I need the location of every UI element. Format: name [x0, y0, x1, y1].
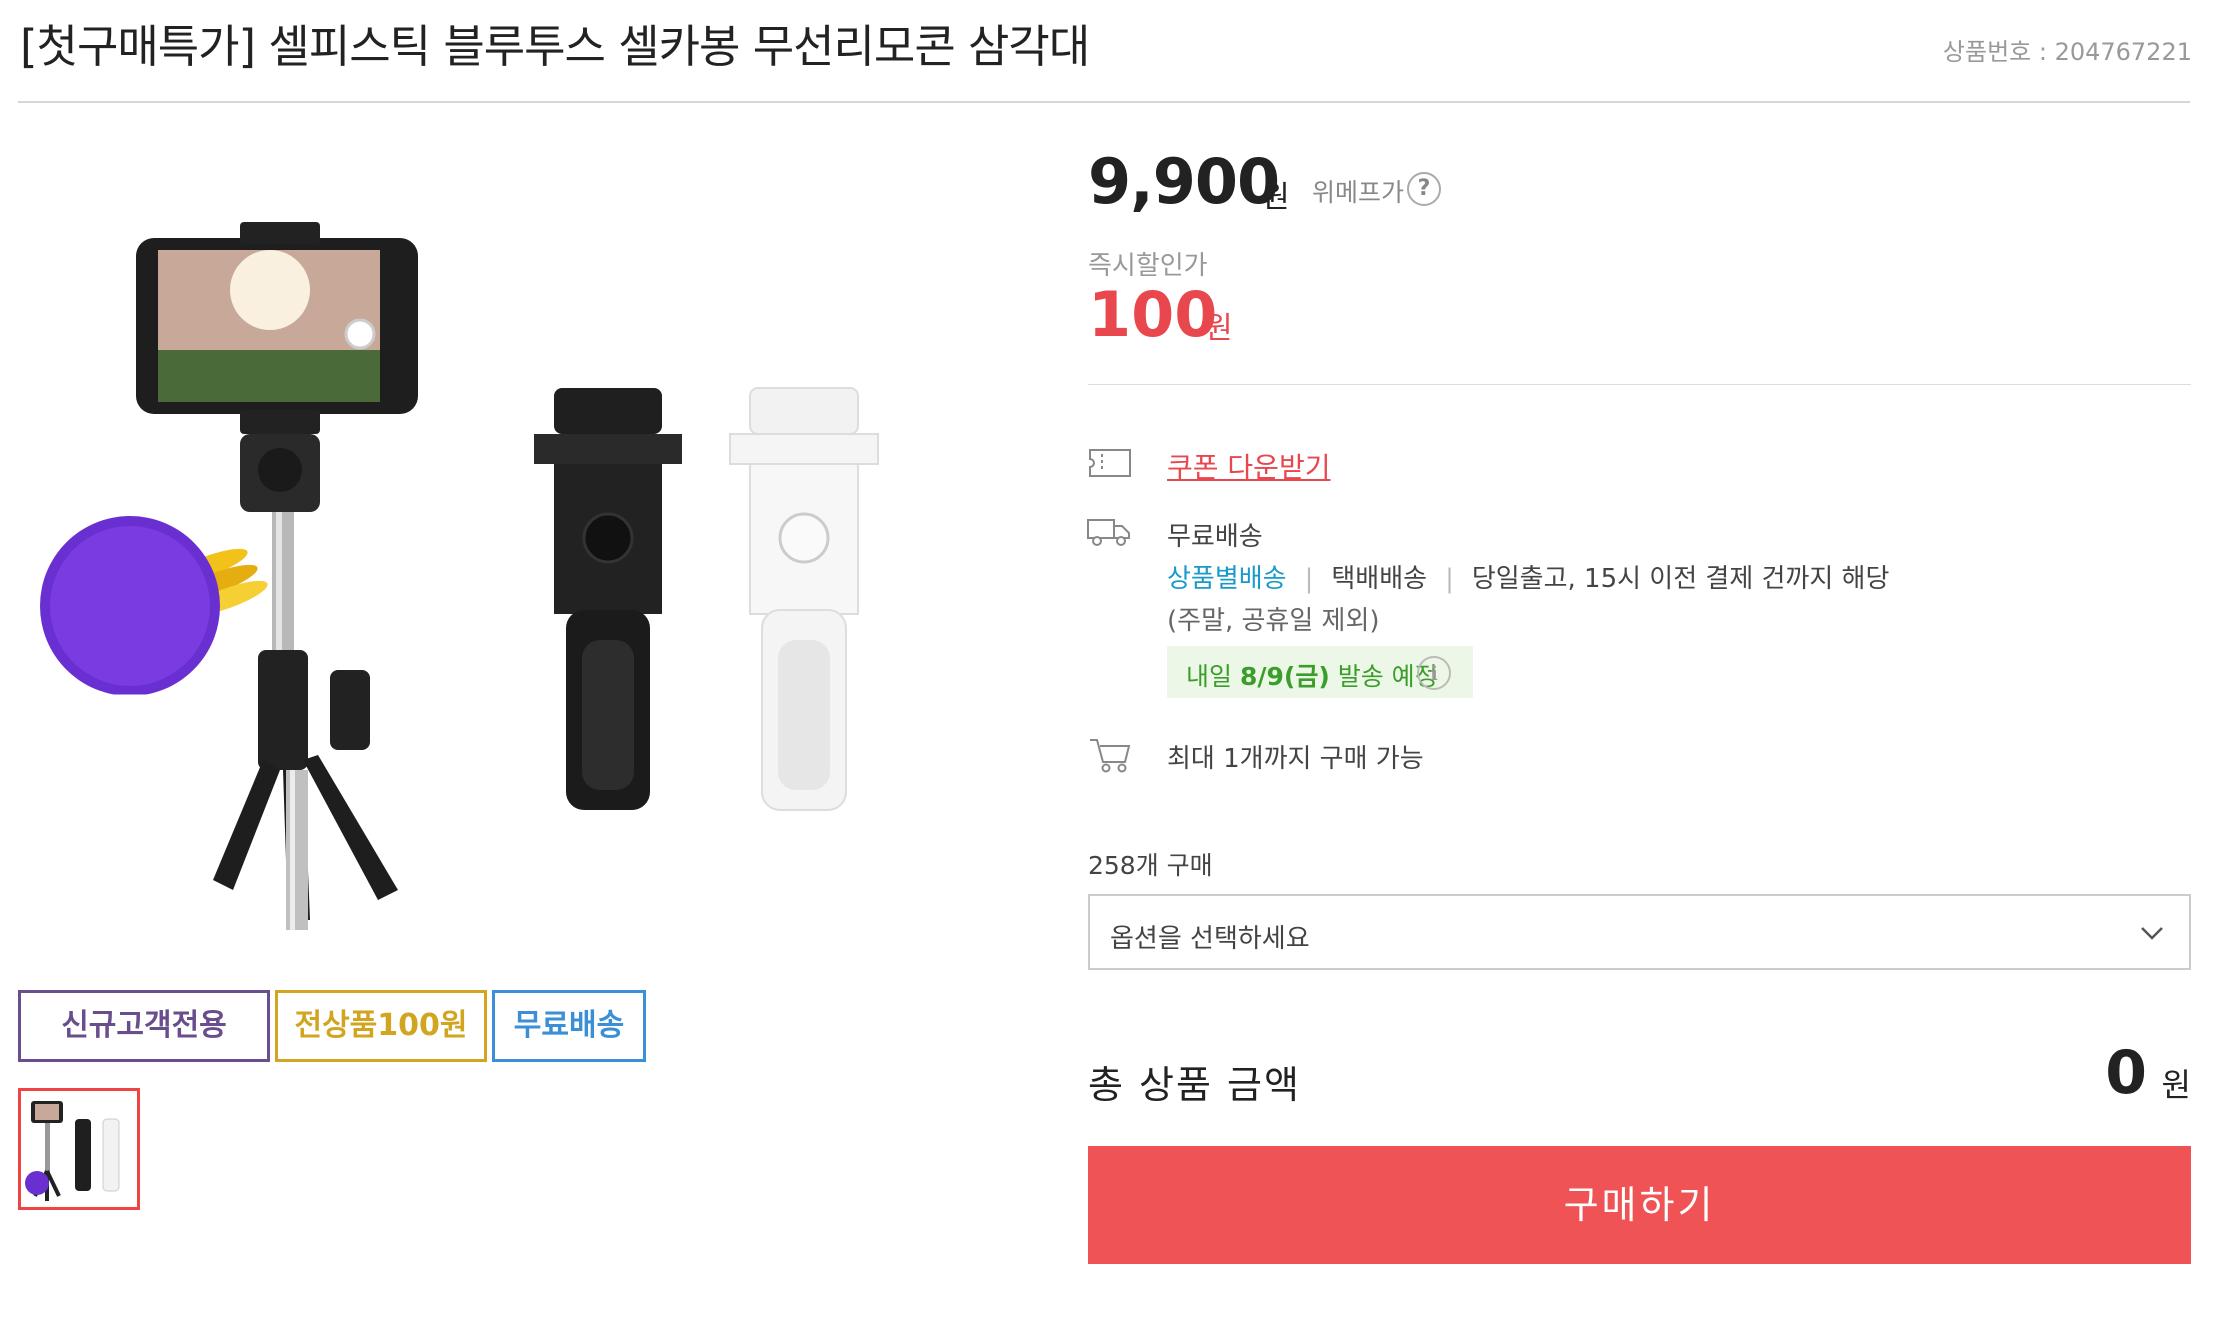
option-select-placeholder: 옵션을 선택하세요 [1110, 924, 1310, 954]
wemake-price-label: 위메프가 [1312, 178, 1405, 207]
sale-price: 9,900 [1088, 145, 1280, 218]
delivery-truck-icon [1086, 516, 1132, 552]
discount-price: 100 [1088, 278, 1218, 351]
dispatch-prefix: 내일 [1186, 662, 1233, 691]
total-price-unit: 원 [2161, 1066, 2191, 1104]
separator: | [1445, 564, 1454, 594]
shipping-note: 당일출고, 15시 이전 결제 건까지 해당 [1471, 564, 1890, 594]
header-divider [18, 101, 2190, 103]
shipping-details: 상품별배송 | 택배배송 | 당일출고, 15시 이전 결제 건까지 해당 [1167, 558, 1889, 595]
discount-label: 즉시할인가 [1088, 251, 1208, 281]
option-select[interactable]: 옵션을 선택하세요 [1088, 894, 2191, 970]
sale-price-unit: 원 [1262, 180, 1290, 215]
product-title: [첫구매특가] 셀피스틱 블루투스 셀카봉 무선리모콘 삼각대 [20, 20, 1090, 73]
shipping-type-link[interactable]: 상품별배송 [1167, 564, 1287, 594]
chevron-down-icon [2137, 918, 2167, 948]
separator: | [1304, 564, 1314, 594]
badge-free-shipping: 무료배송 [492, 990, 646, 1062]
badge-new-customer: 신규고객전용 [18, 990, 270, 1062]
shipping-title: 무료배송 [1167, 522, 1263, 552]
coupon-ticket-icon [1088, 448, 1132, 482]
price-help-icon[interactable]: ? [1407, 172, 1441, 206]
max-purchase-note: 최대 1개까지 구매 가능 [1167, 744, 1424, 774]
shipping-exclusion: (주말, 공휴일 제외) [1167, 606, 1380, 636]
badge-all-100won: 전상품100원 [275, 990, 487, 1062]
selfie-stick-illustration [40, 222, 879, 930]
shopping-cart-icon [1088, 736, 1132, 778]
total-price-label: 총 상품 금액 [1088, 1063, 1301, 1107]
discount-price-unit: 원 [1205, 311, 1233, 346]
main-product-image: 첫구매 특가 [18, 120, 1038, 980]
dispatch-date: 8/9(금) [1239, 662, 1330, 691]
purchase-count: 258개 구매 [1088, 851, 1213, 880]
buy-button[interactable]: 구매하기 [1088, 1146, 2191, 1264]
coupon-download-link[interactable]: 쿠폰 다운받기 [1167, 446, 1330, 486]
product-number: 상품번호 : 204767221 [1942, 38, 2192, 66]
dispatch-info-icon[interactable]: i [1417, 656, 1451, 690]
dispatch-notice: 내일 8/9(금) 발송 예정 [1186, 657, 1438, 693]
product-page: [첫구매특가] 셀피스틱 블루투스 셀카봉 무선리모콘 삼각대 상품번호 : 2… [0, 0, 2217, 1319]
thumbnail-image [25, 1101, 120, 1201]
price-divider [1088, 384, 2191, 385]
product-thumbnail[interactable] [18, 1088, 140, 1210]
shipping-method: 택배배송 [1331, 564, 1428, 594]
promo-badge: 첫구매 특가 [40, 688, 220, 800]
promo-badge-line1: 첫구매 [63, 688, 197, 744]
total-price-amount: 0 [2105, 1038, 2147, 1108]
promo-badge-line2: 특가 [85, 744, 175, 800]
